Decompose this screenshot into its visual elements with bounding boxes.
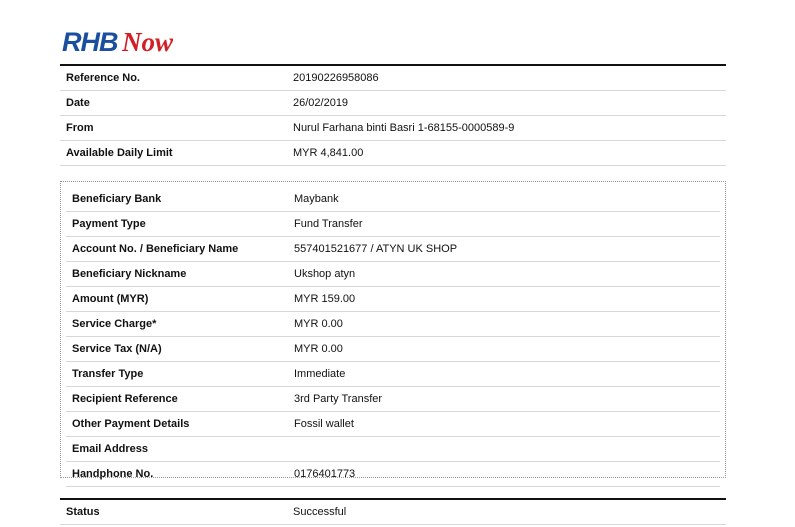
- account-label: Account No. / Beneficiary Name: [72, 243, 239, 255]
- detail-row-service-tax: Service Tax (N/A) MYR 0.00: [66, 337, 720, 362]
- email-label: Email Address: [72, 443, 149, 455]
- service-tax-label: Service Tax (N/A): [72, 343, 162, 355]
- nickname-value: Ukshop atyn: [294, 268, 356, 280]
- account-value: 557401521677 / ATYN UK SHOP: [294, 243, 458, 255]
- transfer-type-value: Immediate: [294, 368, 346, 380]
- detail-row-other-payment-details: Other Payment Details Fossil wallet: [66, 412, 720, 437]
- service-charge-value: MYR 0.00: [294, 318, 343, 330]
- summary-row-date: Date 26/02/2019: [60, 91, 726, 116]
- svg-text:Now: Now: [121, 27, 174, 57]
- nickname-label: Beneficiary Nickname: [72, 268, 187, 280]
- status-row: Status Successful: [60, 500, 726, 525]
- date-value: 26/02/2019: [293, 97, 349, 109]
- amount-value: MYR 159.00: [294, 293, 356, 305]
- summary-row-daily-limit: Available Daily Limit MYR 4,841.00: [60, 141, 726, 166]
- detail-row-beneficiary-bank: Beneficiary Bank Maybank: [66, 187, 720, 212]
- status-table: Status Successful: [60, 498, 726, 525]
- recipient-reference-label: Recipient Reference: [72, 393, 178, 405]
- reference-label: Reference No.: [66, 72, 140, 84]
- transfer-details-box: Beneficiary Bank Maybank Payment Type Fu…: [60, 181, 726, 487]
- rhb-now-logo-graphic: RHB Now: [62, 27, 174, 57]
- daily-limit-value: MYR 4,841.00: [293, 147, 364, 159]
- date-label: Date: [66, 97, 90, 109]
- payment-type-label: Payment Type: [72, 218, 146, 230]
- detail-row-nickname: Beneficiary Nickname Ukshop atyn: [66, 262, 720, 287]
- service-tax-value: MYR 0.00: [294, 343, 343, 355]
- from-value: Nurul Farhana binti Basri 1-68155-000058…: [293, 122, 515, 134]
- detail-row-email: Email Address: [66, 437, 720, 462]
- summary-row-from: From Nurul Farhana binti Basri 1-68155-0…: [60, 116, 726, 141]
- amount-label: Amount (MYR): [72, 293, 149, 305]
- detail-row-payment-type: Payment Type Fund Transfer: [66, 212, 720, 237]
- handphone-value: 0176401773: [294, 468, 356, 480]
- status-label: Status: [66, 506, 100, 518]
- payment-type-value: Fund Transfer: [294, 218, 363, 230]
- from-label: From: [66, 122, 94, 134]
- detail-row-amount: Amount (MYR) MYR 159.00: [66, 287, 720, 312]
- detail-row-handphone: Handphone No. 0176401773: [66, 462, 720, 487]
- other-payment-details-value: Fossil wallet: [294, 418, 354, 430]
- detail-row-service-charge: Service Charge* MYR 0.00: [66, 312, 720, 337]
- summary-row-reference: Reference No. 20190226958086: [60, 66, 726, 91]
- rhb-now-logo: RHB Now: [60, 22, 190, 62]
- daily-limit-label: Available Daily Limit: [66, 147, 173, 159]
- service-charge-label: Service Charge*: [72, 318, 157, 330]
- reference-value: 20190226958086: [293, 72, 379, 84]
- handphone-label: Handphone No.: [72, 468, 154, 480]
- beneficiary-bank-value: Maybank: [294, 193, 339, 205]
- detail-row-recipient-reference: Recipient Reference 3rd Party Transfer: [66, 387, 720, 412]
- transfer-type-label: Transfer Type: [72, 368, 144, 380]
- detail-row-account: Account No. / Beneficiary Name 557401521…: [66, 237, 720, 262]
- detail-row-transfer-type: Transfer Type Immediate: [66, 362, 720, 387]
- recipient-reference-value: 3rd Party Transfer: [294, 393, 383, 405]
- status-value: Successful: [293, 506, 347, 518]
- svg-text:RHB: RHB: [62, 27, 118, 57]
- transaction-summary-table: Reference No. 20190226958086 Date 26/02/…: [60, 64, 726, 166]
- other-payment-details-label: Other Payment Details: [72, 418, 190, 430]
- beneficiary-bank-label: Beneficiary Bank: [72, 193, 162, 205]
